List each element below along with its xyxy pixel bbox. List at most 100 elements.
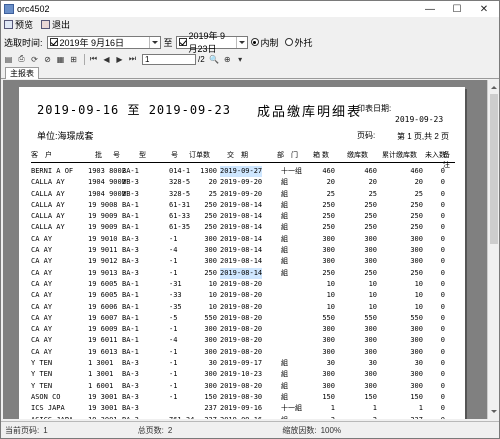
cell-boxes: 250: [322, 268, 335, 277]
header-spec: 号: [171, 152, 178, 159]
status-zoom-label: 缩放因数:: [282, 426, 317, 435]
table-row: CA AY 19 9012 BA-3 -1 300 2019-08-14 組 300 300 30…: [31, 256, 455, 267]
table-row: BERNI A OF 1903 8002 BA-1 014-1 1300 2019-09-…: [31, 166, 455, 178]
cell-rem: 0: [440, 189, 445, 198]
report-viewer[interactable]: 2019-09-16 至 2019-09-23 成品缴库明细表 印表日期: 20…: [3, 80, 487, 419]
cell-model: BA-1: [122, 325, 139, 334]
report-unit: 单位:海璟成套: [37, 131, 94, 141]
cell-rem: 0: [427, 415, 445, 419]
cell-in: 300: [364, 347, 377, 356]
scroll-up-icon[interactable]: [491, 83, 497, 89]
cell-codefull: 19 6013: [88, 347, 118, 356]
external-radio[interactable]: [284, 38, 293, 46]
cell-dept: 十一组: [281, 167, 302, 175]
cell-in: 300: [364, 234, 377, 243]
first-page-icon[interactable]: ⏮: [88, 54, 99, 65]
cell-dept: 組: [281, 370, 288, 379]
cell-boxes: 250: [322, 200, 335, 209]
minimize-button[interactable]: —: [417, 1, 443, 17]
table-row: CA AY 19 6005 BA-1 -31 10 2019-08-20 10 10 10 0: [31, 279, 455, 290]
cell-date: 2019-10-23: [220, 370, 263, 379]
cell-customer: CALLA AY: [31, 200, 65, 209]
cell-dept: 組: [281, 189, 288, 198]
date-range-label: 选取时间:: [4, 37, 43, 48]
cell-dept: 組: [281, 359, 288, 368]
print-icon[interactable]: ⎙: [16, 54, 27, 65]
table-row: ICS JAPA 19 3001 BA-3 237 2019-09-16 十一組 1 1 1 0: [31, 403, 455, 414]
cell-qty: 10: [208, 291, 217, 300]
tab-strip: 主报表: [1, 66, 499, 79]
table-row: CA AY 19 9011 BA-3 -4 300 2019-08-14 組 300 300 30…: [31, 245, 455, 256]
cell-cum: 20: [414, 178, 423, 187]
zoom-dropdown-icon[interactable]: ▾: [235, 54, 246, 65]
end-date-dropdown-icon[interactable]: [235, 36, 245, 48]
search-icon[interactable]: 🔍: [209, 54, 220, 65]
cell-codefull: 19 6005: [88, 291, 118, 300]
stop-icon[interactable]: ⊘: [42, 54, 53, 65]
cell-customer: CALLA AY: [31, 223, 65, 232]
end-date-picker[interactable]: 2019年 9月23日: [175, 31, 248, 54]
prev-page-icon[interactable]: ◀: [101, 54, 112, 65]
cell-in: 150: [364, 392, 377, 401]
zoom-icon[interactable]: ⊕: [222, 54, 233, 65]
page-label: 页码:: [357, 131, 376, 140]
cell-rem: 0: [440, 178, 445, 187]
cell-qty: 10: [208, 302, 217, 311]
cell-codefull: 1904 9002: [88, 178, 126, 187]
cell-date: 2019-08-20: [220, 302, 263, 311]
preview-button[interactable]: 预览: [4, 18, 33, 31]
exit-button[interactable]: 退出: [41, 18, 70, 31]
print-setup-icon[interactable]: ▤: [3, 54, 14, 65]
app-window: orc4502 — ☐ ✕ 预览 退出 选取时间: 2019年 9月16日 至 …: [0, 0, 500, 439]
cell-date: 2019-08-14: [220, 234, 263, 243]
cell-rem: 0: [440, 167, 445, 175]
page-number-input[interactable]: 1: [142, 53, 196, 65]
start-date-checkbox[interactable]: [49, 38, 58, 46]
table-body: BERNI A OF 1903 8002 BA-1 014-1 1300 2019-09-…: [31, 166, 455, 419]
tab-main-report[interactable]: 主报表: [5, 67, 39, 79]
cell-spec: -1: [169, 359, 178, 368]
end-date-checkbox[interactable]: [178, 38, 187, 46]
cell-codefull: 19 9013: [88, 268, 118, 277]
cell-cum: 250: [410, 212, 423, 221]
scroll-thumb[interactable]: [490, 94, 498, 244]
cell-boxes: 25: [326, 189, 335, 198]
table-row: CA AY 19 6013 BA-1 -1 300 2019-08-20 300 300 300…: [31, 347, 455, 358]
cell-model: BA-1: [122, 223, 139, 232]
cell-cum: 10: [414, 302, 423, 311]
report-period: 2019-09-16 至 2019-09-23: [37, 103, 231, 117]
cell-boxes: 250: [322, 212, 335, 221]
cell-in: 300: [364, 336, 377, 345]
refresh-icon[interactable]: ⟳: [29, 54, 40, 65]
cell-rem: 0: [440, 257, 445, 266]
internal-radio[interactable]: [250, 38, 259, 46]
cell-cum: 300: [410, 370, 423, 379]
cell-rem: 0: [440, 212, 445, 221]
start-date-picker[interactable]: 2019年 9月16日: [46, 35, 161, 49]
next-page-icon[interactable]: ▶: [114, 54, 125, 65]
group-tree-icon[interactable]: ⊞: [68, 54, 79, 65]
export-icon[interactable]: ▦: [55, 54, 66, 65]
table-row: CALLA AY 1904 9002 WB-3 328-5 25 2019-09-20 組 2…: [31, 189, 455, 200]
header-customer: 客 户: [31, 152, 52, 159]
app-icon: [4, 4, 14, 14]
cell-qty: 300: [204, 370, 217, 379]
preview-label: 预览: [15, 20, 34, 30]
cell-qty: 20: [208, 178, 217, 187]
cell-boxes: 250: [322, 223, 335, 232]
table-row: Y TEN 1 3001 BA-3 -1 30 2019-09-17 組 30 30 30 0: [31, 358, 455, 369]
cell-date: 2019-08-14: [220, 267, 263, 279]
vertical-scrollbar[interactable]: [487, 80, 499, 419]
cell-in: 30: [368, 359, 377, 368]
maximize-button[interactable]: ☐: [444, 1, 470, 17]
scroll-down-icon[interactable]: [491, 410, 497, 416]
cell-in: 20: [368, 178, 377, 187]
last-page-icon[interactable]: ⏭: [127, 54, 138, 65]
close-button[interactable]: ✕: [471, 1, 497, 17]
start-date-dropdown-icon[interactable]: [148, 36, 158, 48]
cell-cum: 10: [414, 291, 423, 300]
cell-date: 2019-08-20: [220, 291, 263, 300]
cell-spec: -1: [169, 370, 178, 379]
cell-cum: 250: [410, 223, 423, 232]
cell-in: 250: [364, 268, 377, 277]
